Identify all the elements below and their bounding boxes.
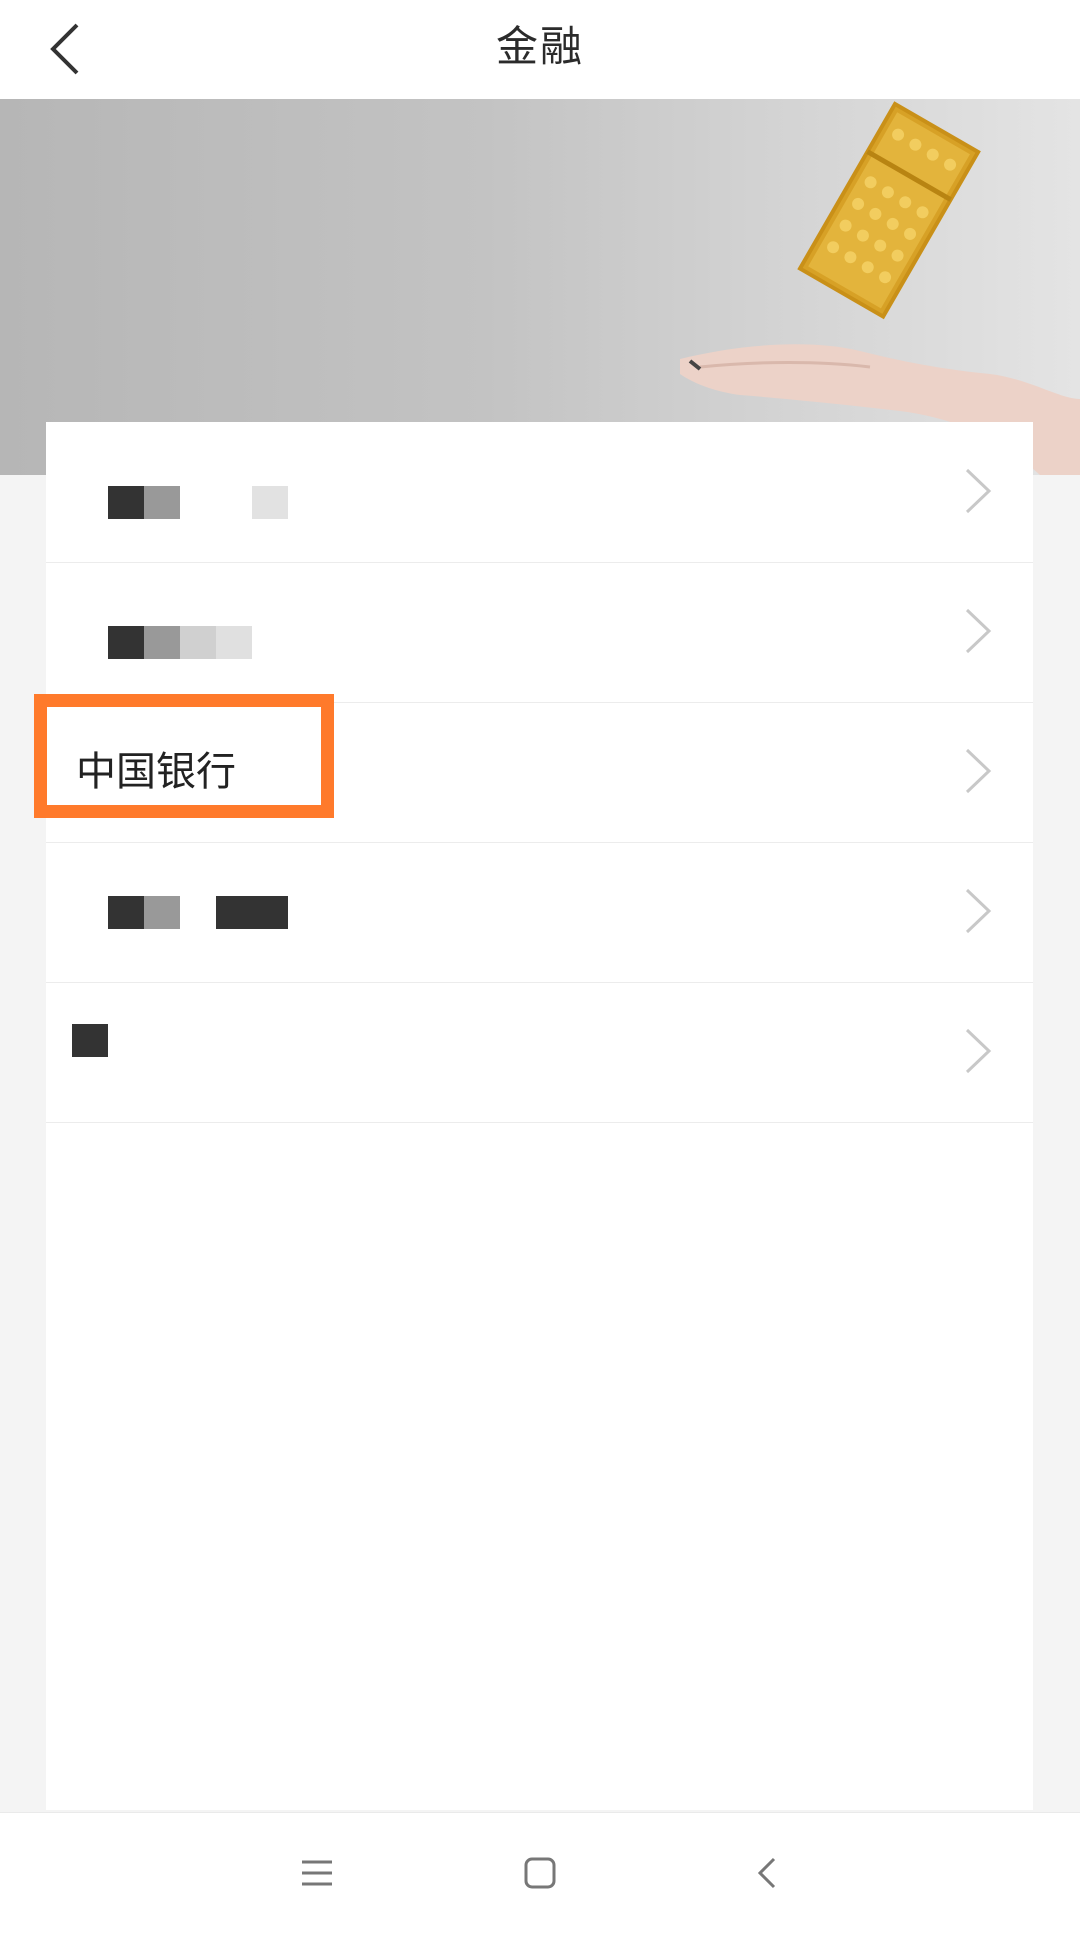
list-item[interactable] (46, 842, 1033, 983)
chevron-right-icon (965, 888, 992, 934)
masked-text (72, 1024, 108, 1057)
menu-icon (302, 1860, 332, 1886)
page-title: 金融 (495, 22, 584, 71)
masked-text (180, 626, 216, 659)
hand-abacus-illustration (680, 101, 1080, 475)
chevron-right-icon (965, 1028, 992, 1074)
list-item[interactable] (46, 982, 1033, 1123)
masked-text (144, 486, 180, 519)
nav-menu-button[interactable] (287, 1843, 347, 1903)
chevron-right-icon (965, 608, 992, 654)
list-item-bank-of-china[interactable]: 中国银行 (34, 694, 1033, 843)
masked-text (108, 486, 144, 519)
masked-text (144, 896, 180, 929)
masked-text (108, 896, 144, 929)
nav-home-button[interactable] (510, 1843, 570, 1903)
chevron-right-icon (965, 468, 992, 514)
masked-text (216, 626, 252, 659)
masked-text (144, 626, 180, 659)
system-nav-bar (0, 1812, 1080, 1934)
list-item-label: 中国银行 (76, 749, 236, 795)
chevron-right-icon (965, 748, 992, 794)
masked-text (252, 486, 288, 519)
masked-text (108, 626, 144, 659)
list-card: 中国银行 (34, 422, 1033, 1810)
list-item[interactable] (46, 422, 1033, 563)
nav-back-button[interactable] (737, 1843, 797, 1903)
banner-image (0, 99, 1080, 475)
list-item[interactable] (46, 562, 1033, 703)
top-bar: 金融 (0, 0, 1080, 99)
masked-text (216, 896, 288, 929)
back-triangle-icon (757, 1857, 776, 1889)
home-square-icon (524, 1857, 556, 1889)
